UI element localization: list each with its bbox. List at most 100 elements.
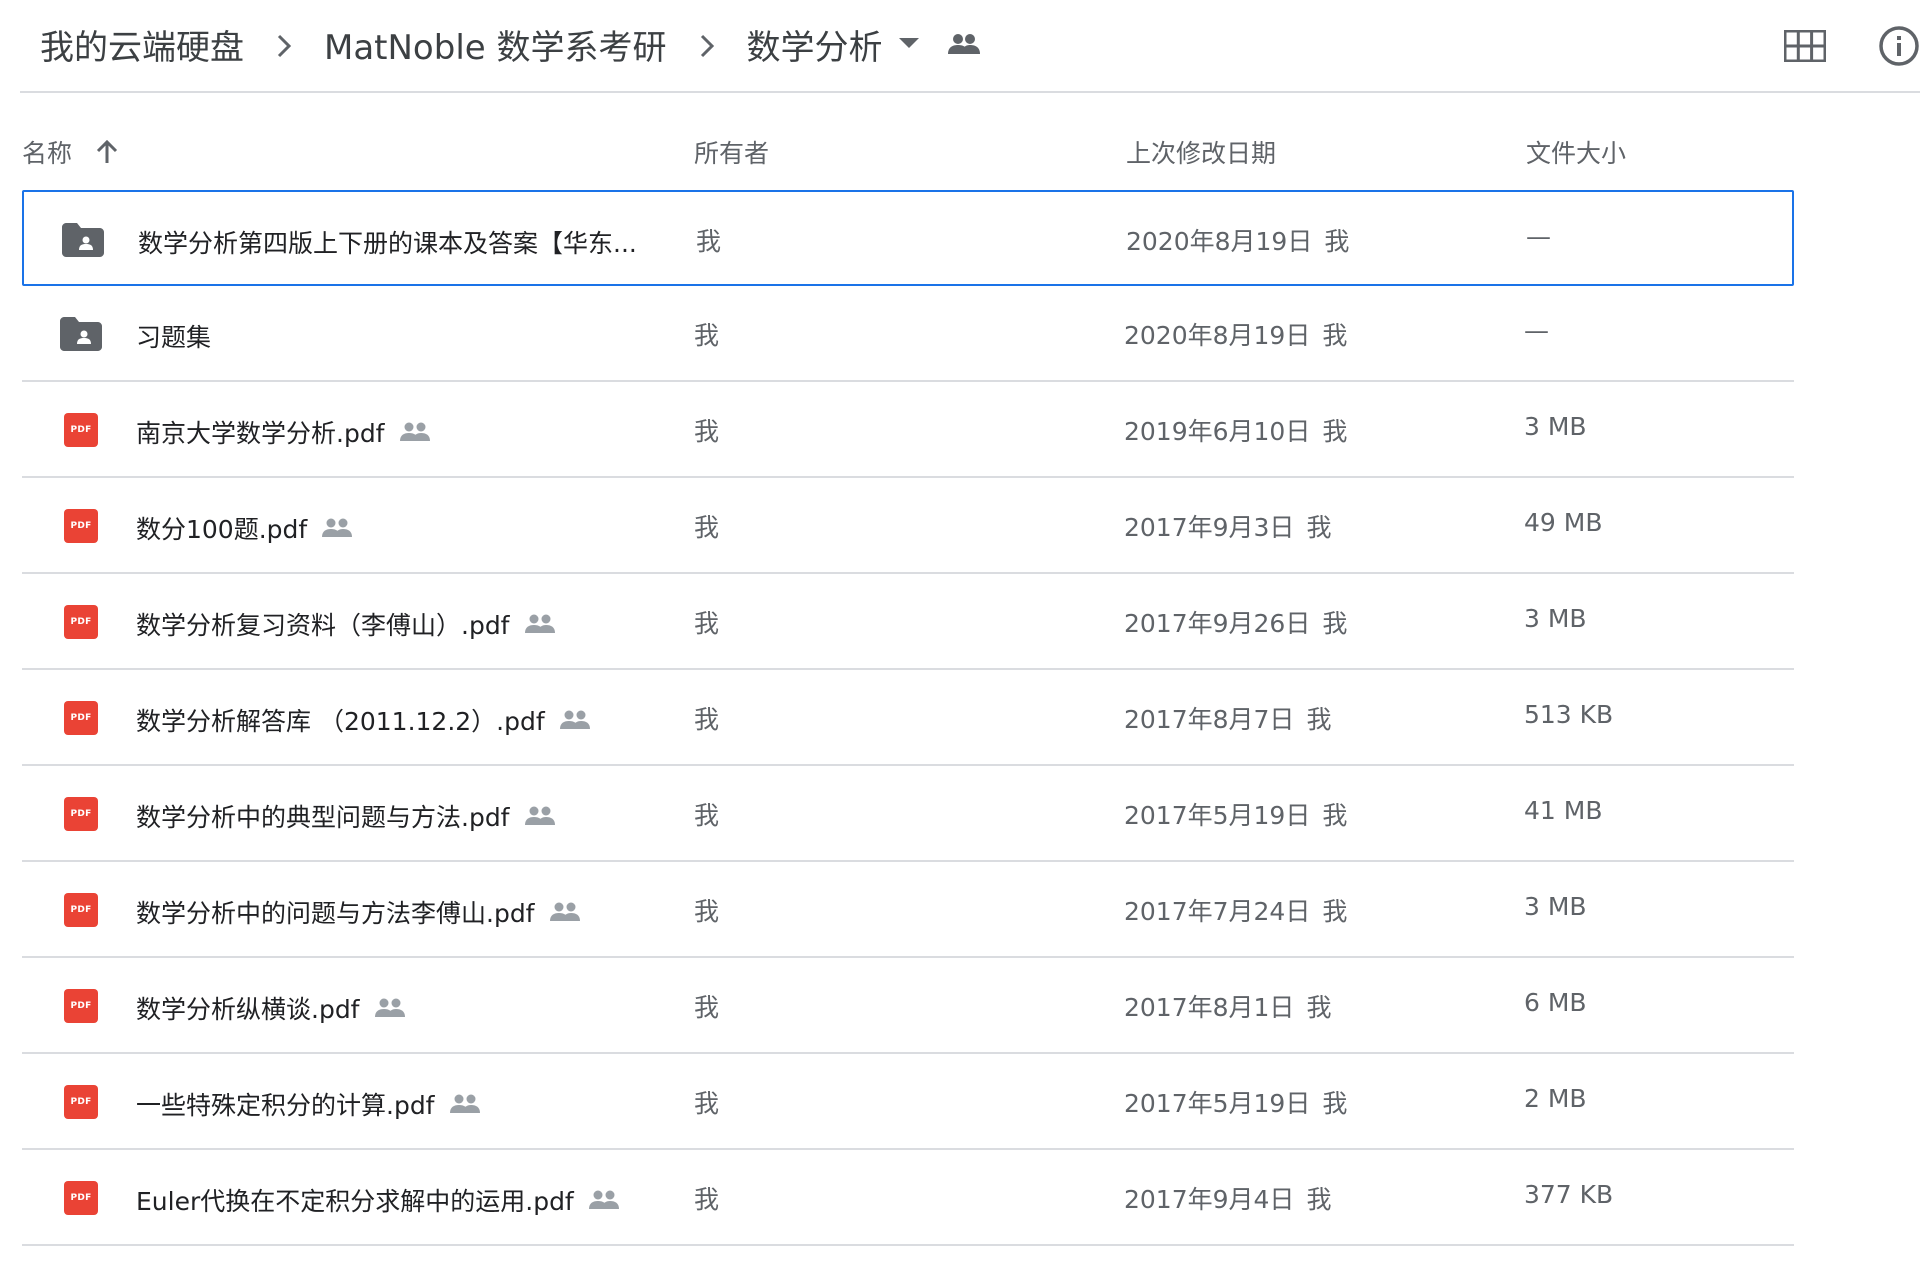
size-cell: 3 MB: [1524, 892, 1587, 921]
file-list: 数学分析第四版上下册的课本及答案【华东... 我 2020年8月19日我 — 习题集我 2…: [22, 190, 1794, 1246]
pdf-file-icon: PDF: [60, 698, 102, 738]
pdf-file-icon: PDF: [60, 410, 102, 450]
file-name: 数学分析中的典型问题与方法.pdf: [136, 803, 510, 832]
file-name-cell: Euler代换在不定积分求解中的运用.pdf: [136, 1182, 620, 1218]
column-header-name[interactable]: 名称: [22, 130, 118, 174]
owner-cell: 我: [694, 1185, 720, 1214]
size-cell: 49 MB: [1524, 508, 1603, 537]
owner-cell: 我: [694, 513, 720, 542]
modified-by: 我: [1306, 705, 1332, 734]
column-header-owner[interactable]: 所有者: [694, 130, 769, 174]
modified-date: 2017年9月3日: [1124, 513, 1295, 542]
modified-by: 我: [1324, 227, 1350, 256]
column-header-modified[interactable]: 上次修改日期: [1126, 130, 1276, 174]
modified-cell: 2017年5月19日我: [1124, 796, 1347, 832]
modified-date: 2017年5月19日: [1124, 801, 1311, 830]
owner-cell: 我: [696, 227, 722, 256]
file-row[interactable]: PDF 数学分析纵横谈.pdf 我 2017年8月1日我 6 MB: [22, 958, 1794, 1054]
owner-cell: 我: [694, 1089, 720, 1118]
pdf-file-icon: PDF: [60, 1178, 102, 1218]
file-name: 数学分析解答库 （2011.12.2）.pdf: [136, 707, 545, 736]
info-icon[interactable]: [1878, 25, 1920, 67]
file-name-cell: 习题集: [136, 318, 211, 354]
size-cell: 6 MB: [1524, 988, 1587, 1017]
caret-down-icon[interactable]: [898, 38, 919, 50]
modified-date: 2020年8月19日: [1126, 227, 1313, 256]
file-row[interactable]: PDF Euler代换在不定积分求解中的运用.pdf 我 2017年9月4日我 377 …: [22, 1150, 1794, 1246]
chevron-right-icon: [244, 24, 324, 64]
chevron-right-icon: [667, 24, 747, 64]
file-name-cell: 数学分析解答库 （2011.12.2）.pdf: [136, 702, 591, 738]
pdf-badge-label: PDF: [64, 509, 98, 543]
pdf-badge-label: PDF: [64, 797, 98, 831]
file-name: 习题集: [136, 323, 212, 352]
modified-by: 我: [1322, 609, 1348, 638]
people-icon: [399, 422, 431, 442]
header-bar: 我的云端硬盘 MatNoble 数学系考研 数学分析: [20, 0, 1920, 93]
modified-cell: 2017年8月1日我: [1124, 988, 1331, 1024]
modified-by: 我: [1322, 321, 1348, 350]
people-icon: [449, 1094, 481, 1114]
file-row[interactable]: PDF 数分100题.pdf 我 2017年9月3日我 49 MB: [22, 478, 1794, 574]
column-header-size[interactable]: 文件大小: [1526, 130, 1626, 174]
owner-cell: 我: [694, 801, 720, 830]
pdf-file-icon: PDF: [60, 506, 102, 546]
column-header-modified-label: 上次修改日期: [1126, 139, 1277, 168]
file-row[interactable]: 习题集我 2020年8月19日我 —: [22, 286, 1794, 382]
file-row[interactable]: PDF 数学分析复习资料（李傅山）.pdf 我 2017年9月26日我 3 MB: [22, 574, 1794, 670]
shared-folder-icon: [62, 220, 104, 260]
modified-date: 2017年9月4日: [1124, 1185, 1295, 1214]
breadcrumb-my-drive[interactable]: 我的云端硬盘: [40, 20, 244, 69]
people-icon: [559, 710, 591, 730]
people-icon: [524, 614, 556, 634]
modified-cell: 2017年9月26日我: [1124, 604, 1347, 640]
file-name: 数分100题.pdf: [136, 515, 308, 544]
file-name-cell: 数分100题.pdf: [136, 510, 353, 546]
shared-folder-icon: [60, 314, 102, 354]
people-icon: [588, 1190, 620, 1210]
people-icon: [549, 902, 581, 922]
file-row[interactable]: 数学分析第四版上下册的课本及答案【华东... 我 2020年8月19日我 —: [22, 190, 1794, 286]
file-name-cell: 一些特殊定积分的计算.pdf: [136, 1086, 481, 1122]
people-icon: [374, 998, 406, 1018]
file-name: 南京大学数学分析.pdf: [136, 419, 385, 448]
modified-date: 2017年8月7日: [1124, 705, 1295, 734]
breadcrumb-matnoble[interactable]: MatNoble 数学系考研: [324, 20, 667, 69]
file-name: 数学分析中的问题与方法李傅山.pdf: [136, 899, 535, 928]
file-row[interactable]: PDF 数学分析解答库 （2011.12.2）.pdf 我 2017年8月7日我 513…: [22, 670, 1794, 766]
owner-cell: 我: [694, 897, 720, 926]
file-row[interactable]: PDF 南京大学数学分析.pdf 我 2019年6月10日我 3 MB: [22, 382, 1794, 478]
breadcrumb-current-folder[interactable]: 数学分析: [747, 20, 883, 69]
modified-cell: 2017年9月3日我: [1124, 508, 1331, 544]
modified-by: 我: [1306, 513, 1332, 542]
modified-by: 我: [1322, 417, 1348, 446]
modified-date: 2017年8月1日: [1124, 993, 1295, 1022]
file-name-cell: 数学分析第四版上下册的课本及答案【华东...: [138, 224, 637, 260]
file-name: 数学分析复习资料（李傅山）.pdf: [136, 611, 510, 640]
pdf-file-icon: PDF: [60, 794, 102, 834]
size-cell: —: [1524, 316, 1549, 345]
pdf-badge-label: PDF: [64, 893, 98, 927]
arrow-up-icon[interactable]: [96, 140, 118, 164]
modified-date: 2017年7月24日: [1124, 897, 1311, 926]
header-actions: [1784, 24, 1920, 68]
size-cell: 377 KB: [1524, 1180, 1614, 1209]
modified-date: 2020年8月19日: [1124, 321, 1311, 350]
modified-by: 我: [1322, 801, 1348, 830]
grid-view-icon[interactable]: [1784, 30, 1826, 62]
file-name: 数学分析纵横谈.pdf: [136, 995, 360, 1024]
file-name-cell: 数学分析复习资料（李傅山）.pdf: [136, 606, 556, 642]
file-name-cell: 数学分析中的问题与方法李傅山.pdf: [136, 894, 581, 930]
modified-by: 我: [1306, 993, 1332, 1022]
file-row[interactable]: PDF 一些特殊定积分的计算.pdf 我 2017年5月19日我 2 MB: [22, 1054, 1794, 1150]
owner-cell: 我: [694, 417, 720, 446]
file-row[interactable]: PDF 数学分析中的问题与方法李傅山.pdf 我 2017年7月24日我 3 MB: [22, 862, 1794, 958]
pdf-badge-label: PDF: [64, 413, 98, 447]
people-icon: [947, 33, 981, 55]
column-header-size-label: 文件大小: [1526, 139, 1627, 168]
file-name-cell: 数学分析纵横谈.pdf: [136, 990, 406, 1026]
file-name: Euler代换在不定积分求解中的运用.pdf: [136, 1187, 574, 1216]
pdf-badge-label: PDF: [64, 1181, 98, 1215]
file-row[interactable]: PDF 数学分析中的典型问题与方法.pdf 我 2017年5月19日我 41 MB: [22, 766, 1794, 862]
modified-by: 我: [1322, 897, 1348, 926]
